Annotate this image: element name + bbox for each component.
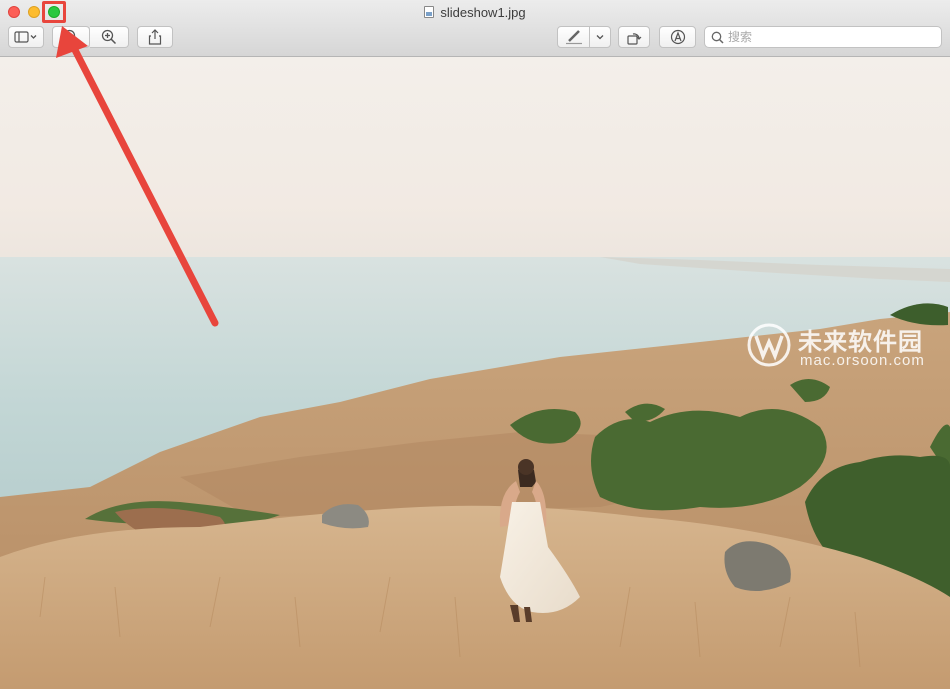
search-icon: [711, 31, 724, 44]
pen-icon: [565, 30, 582, 45]
document-icon: [424, 6, 435, 18]
zoom-in-button[interactable]: [90, 26, 129, 48]
title-bar: slideshow1.jpg: [0, 0, 950, 57]
markup-circle-icon: [670, 29, 685, 45]
watermark-url: mac.orsoon.com: [800, 352, 925, 369]
window-title-text: slideshow1.jpg: [440, 5, 526, 20]
chevron-down-icon: [596, 35, 604, 40]
sky: [0, 57, 950, 267]
rotate-icon: [627, 33, 642, 45]
sidebar-icon: [14, 31, 37, 43]
preview-window: slideshow1.jpg 搜索 未来软件园 mac.orsoon.com: [0, 0, 950, 689]
window-title: slideshow1.jpg: [0, 5, 950, 20]
zoom-out-icon: [63, 29, 79, 45]
share-button[interactable]: [137, 26, 173, 48]
watermark: 未来软件园 mac.orsoon.com: [746, 322, 942, 370]
markup-dropdown-button[interactable]: [589, 26, 611, 48]
sidebar-toggle-button[interactable]: [8, 26, 44, 48]
zoom-out-button[interactable]: [52, 26, 90, 48]
markup-pen-button[interactable]: [557, 26, 590, 48]
image-canvas: [0, 57, 950, 689]
share-icon: [148, 29, 162, 45]
rotate-button[interactable]: [618, 26, 650, 48]
watermark-logo-icon: [747, 323, 791, 367]
zoom-in-icon: [101, 29, 117, 45]
search-field[interactable]: [704, 26, 942, 48]
search-input[interactable]: [728, 30, 928, 44]
markup-toolbar-button[interactable]: [659, 26, 696, 48]
